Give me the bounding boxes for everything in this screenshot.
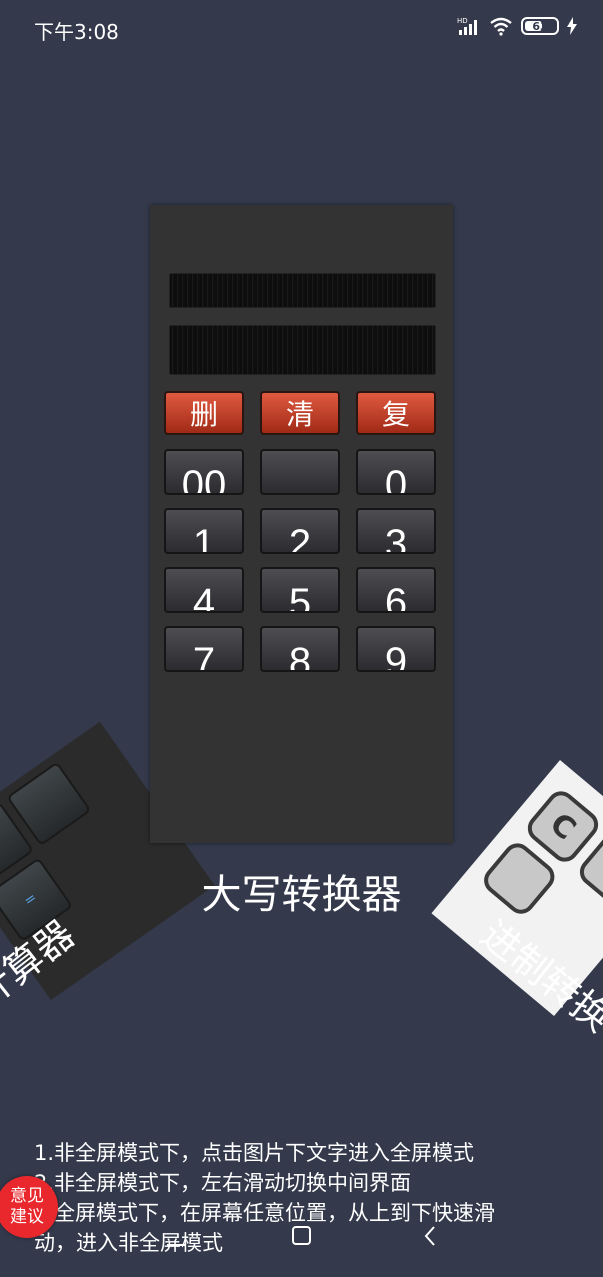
signal-icon: HD xyxy=(457,16,481,36)
delete-button[interactable]: 删 xyxy=(164,391,244,435)
key-1[interactable]: 1 xyxy=(164,508,244,554)
key-0[interactable]: 0 xyxy=(356,449,436,495)
status-icons: HD 63 xyxy=(457,16,577,36)
uppercase-converter-card[interactable]: 删 清 复 00 . 0 1 2 3 4 5 6 7 8 9 xyxy=(150,205,453,843)
feedback-label-line2: 建议 xyxy=(10,1207,44,1227)
key-8[interactable]: 8 xyxy=(260,626,340,672)
screen: 下午3:08 HD 63 = 计算器 C 进制转换 删 清 复 00 . 0 1… xyxy=(0,0,603,1277)
charging-icon xyxy=(567,17,577,35)
navigation-bar xyxy=(0,1218,603,1258)
copy-button[interactable]: 复 xyxy=(356,391,436,435)
uppercase-converter-title[interactable]: 大写转换器 xyxy=(0,862,603,920)
key-4[interactable]: 4 xyxy=(164,567,244,613)
battery-percent: 63 xyxy=(532,19,548,33)
key-6[interactable]: 6 xyxy=(356,567,436,613)
battery-icon: 63 xyxy=(521,17,559,35)
key-3[interactable]: 3 xyxy=(356,508,436,554)
status-bar: 下午3:08 HD 63 xyxy=(0,0,603,60)
clear-button[interactable]: 清 xyxy=(260,391,340,435)
input-display xyxy=(169,273,436,308)
instruction-line: 2.非全屏模式下，左右滑动切换中间界面 xyxy=(34,1171,412,1195)
key-9[interactable]: 9 xyxy=(356,626,436,672)
status-time: 下午3:08 xyxy=(34,20,119,44)
key-7[interactable]: 7 xyxy=(164,626,244,672)
key-00[interactable]: 00 xyxy=(164,449,244,495)
key-decimal-point[interactable]: . xyxy=(260,449,340,495)
menu-icon[interactable] xyxy=(165,1224,187,1252)
key-2[interactable]: 2 xyxy=(260,508,340,554)
home-icon[interactable] xyxy=(291,1224,313,1252)
hd-label: HD xyxy=(457,17,468,25)
key-5[interactable]: 5 xyxy=(260,567,340,613)
feedback-label-line1: 意见 xyxy=(10,1186,44,1206)
back-icon[interactable] xyxy=(420,1224,442,1252)
wifi-icon xyxy=(489,16,513,36)
instruction-line: 1.非全屏模式下，点击图片下文字进入全屏模式 xyxy=(34,1141,475,1165)
result-display xyxy=(169,325,436,375)
